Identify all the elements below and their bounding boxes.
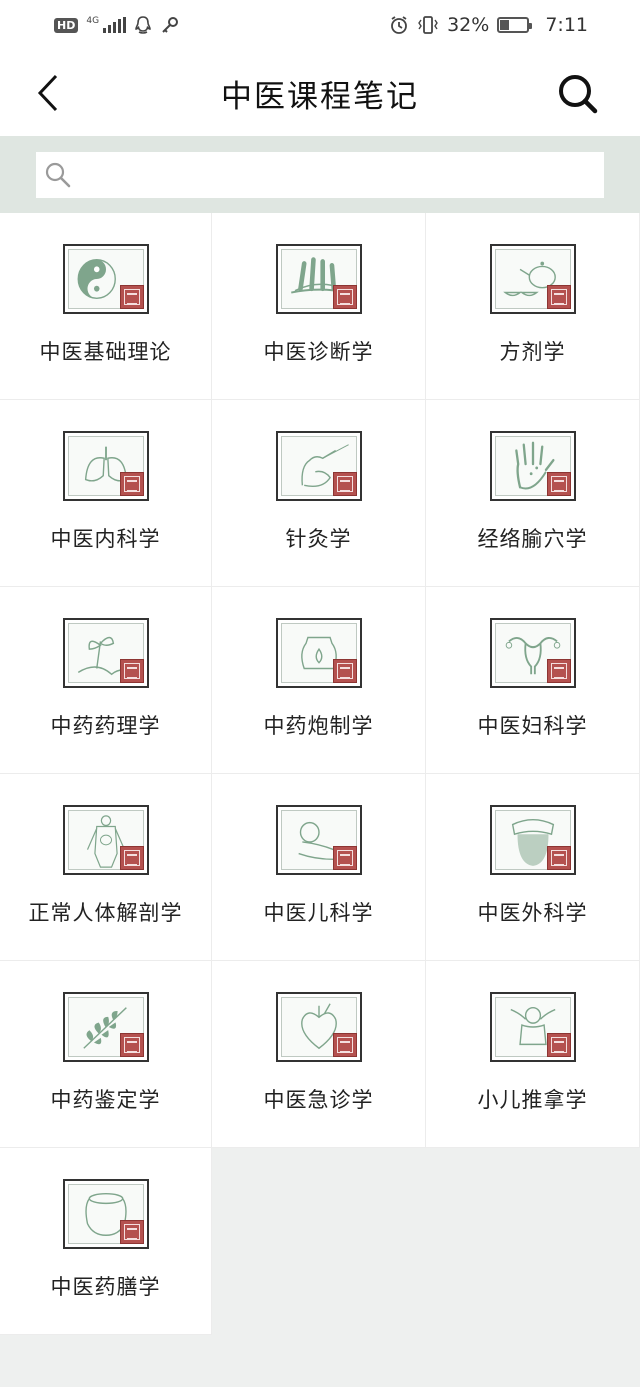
seal-stamp-icon [119, 472, 144, 496]
seal-stamp-icon [332, 1033, 357, 1057]
course-item[interactable]: 中药鉴定学 [0, 961, 212, 1148]
course-grid: 中医基础理论 中医诊断学 方剂学 中医内科学 针灸学 经络腧穴学 中药药理学 中… [0, 213, 640, 1335]
course-item[interactable]: 针灸学 [212, 400, 426, 587]
seal-stamp-icon [332, 472, 357, 496]
seal-stamp-icon [119, 1220, 144, 1244]
course-item[interactable]: 方剂学 [426, 213, 640, 400]
course-label: 中药鉴定学 [50, 1088, 161, 1112]
course-icon-frame [489, 992, 576, 1062]
course-label: 小儿推拿学 [477, 1088, 588, 1112]
course-icon-frame [275, 431, 362, 501]
alarm-icon [391, 16, 407, 34]
course-item[interactable]: 小儿推拿学 [426, 961, 640, 1148]
course-item[interactable]: 正常人体解剖学 [0, 774, 212, 961]
course-item[interactable]: 中医基础理论 [0, 213, 212, 400]
chevron-left-icon [37, 74, 58, 112]
seal-stamp-icon [546, 659, 571, 683]
course-label: 中医外科学 [477, 901, 588, 925]
course-item[interactable]: 中医儿科学 [212, 774, 426, 961]
qq-icon [135, 16, 151, 34]
seal-stamp-icon [332, 285, 357, 309]
course-icon-frame [275, 244, 362, 314]
course-icon-frame [62, 992, 149, 1062]
course-icon-frame [62, 1179, 149, 1249]
status-right: 32% 7:11 [389, 14, 588, 36]
battery-fill [500, 20, 509, 30]
battery-percent: 32% [447, 14, 490, 36]
course-label: 中药药理学 [50, 714, 161, 738]
course-icon-frame [275, 805, 362, 875]
course-label: 中医内科学 [50, 527, 161, 551]
hd-icon: HD [54, 17, 79, 33]
course-label: 中医妇科学 [477, 714, 588, 738]
course-icon-frame [275, 992, 362, 1062]
course-item[interactable]: 中医急诊学 [212, 961, 426, 1148]
seal-stamp-icon [119, 1033, 144, 1057]
course-item[interactable]: 经络腧穴学 [426, 400, 640, 587]
course-icon-frame [489, 618, 576, 688]
course-icon-frame [62, 805, 149, 875]
course-icon-frame [62, 431, 149, 501]
seal-stamp-icon [546, 285, 571, 309]
course-item[interactable]: 中医外科学 [426, 774, 640, 961]
course-icon-frame [275, 618, 362, 688]
network-type: 4G [86, 16, 100, 26]
course-icon-frame [489, 244, 576, 314]
course-item[interactable]: 中药药理学 [0, 587, 212, 774]
course-label: 中医诊断学 [263, 340, 374, 364]
course-item[interactable]: 中医诊断学 [212, 213, 426, 400]
search-field-icon [45, 162, 71, 188]
course-label: 中医药膳学 [50, 1275, 161, 1299]
course-label: 方剂学 [499, 340, 566, 364]
status-left: HD 4G [54, 15, 180, 35]
seal-stamp-icon [546, 1033, 571, 1057]
seal-stamp-icon [332, 659, 357, 683]
course-label: 正常人体解剖学 [28, 901, 183, 925]
status-bar: HD 4G 32% 7:11 [0, 0, 640, 50]
course-item[interactable]: 中医妇科学 [426, 587, 640, 774]
course-label: 中医儿科学 [263, 901, 374, 925]
page-title: 中医课程笔记 [221, 78, 419, 115]
signal-icon [103, 17, 127, 33]
course-label: 中药炮制学 [263, 714, 374, 738]
clock: 7:11 [545, 14, 588, 36]
course-item[interactable]: 中医药膳学 [0, 1148, 212, 1335]
course-label: 中医急诊学 [263, 1088, 374, 1112]
seal-stamp-icon [119, 846, 144, 870]
course-label: 中医基础理论 [39, 340, 172, 364]
app-header: 中医课程笔记 [0, 50, 640, 136]
back-button[interactable] [30, 72, 66, 114]
battery-icon [497, 17, 533, 33]
course-icon-frame [62, 244, 149, 314]
search-button[interactable] [558, 74, 598, 114]
search-band [0, 136, 640, 213]
course-icon-frame [489, 431, 576, 501]
key-icon [162, 17, 179, 33]
search-icon [559, 75, 598, 114]
search-input[interactable] [72, 152, 604, 198]
seal-stamp-icon [119, 659, 144, 683]
course-label: 经络腧穴学 [477, 527, 588, 551]
seal-stamp-icon [546, 472, 571, 496]
course-label: 针灸学 [285, 527, 352, 551]
seal-stamp-icon [546, 846, 571, 870]
course-item[interactable]: 中药炮制学 [212, 587, 426, 774]
course-icon-frame [62, 618, 149, 688]
seal-stamp-icon [332, 846, 357, 870]
course-item[interactable]: 中医内科学 [0, 400, 212, 587]
vibrate-icon [418, 16, 438, 34]
seal-stamp-icon [119, 285, 144, 309]
course-icon-frame [489, 805, 576, 875]
search-box[interactable] [36, 152, 604, 198]
